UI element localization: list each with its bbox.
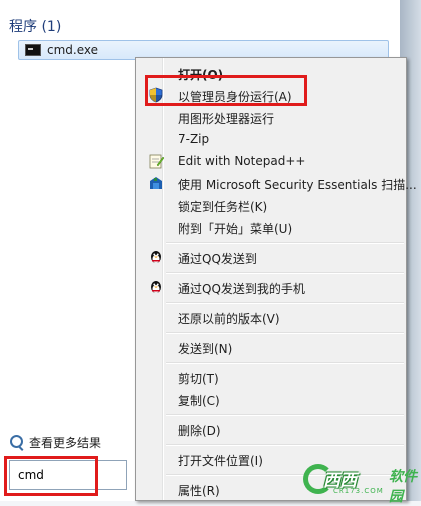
logo-brand-suffix: 软件园	[389, 469, 417, 505]
menu-separator	[166, 302, 404, 304]
menu-item-qq-send-phone[interactable]: 通过QQ发送到我的手机	[138, 276, 404, 298]
security-essentials-icon	[148, 175, 164, 191]
menu-item-delete[interactable]: 删除(D)	[138, 418, 404, 440]
menu-item-run-with-gpu[interactable]: 用图形处理器运行	[138, 106, 404, 128]
search-highlight-box	[4, 456, 98, 496]
menu-item-qq-send[interactable]: 通过QQ发送到	[138, 246, 404, 268]
menu-item-label: 用图形处理器运行	[178, 112, 275, 126]
command-prompt-icon	[25, 44, 41, 56]
see-more-label: 查看更多结果	[29, 436, 102, 450]
menu-item-copy[interactable]: 复制(C)	[138, 388, 404, 410]
menu-item-label: 复制(C)	[178, 394, 220, 408]
qq-penguin-icon	[148, 249, 164, 265]
menu-separator	[166, 242, 404, 244]
see-more-results-link[interactable]: 查看更多结果	[10, 434, 101, 451]
menu-item-mse-scan[interactable]: 使用 Microsoft Security Essentials 扫描...	[138, 172, 417, 194]
menu-item-label: Edit with Notepad++	[178, 154, 306, 168]
menu-item-pin-start[interactable]: 附到「开始」菜单(U)	[138, 216, 404, 238]
run-as-admin-highlight-box	[145, 75, 307, 106]
menu-item-label: 属性(R)	[178, 484, 220, 498]
menu-separator	[166, 332, 404, 334]
menu-item-label: 打开文件位置(I)	[178, 454, 263, 468]
menu-item-label: 通过QQ发送到	[178, 252, 257, 266]
context-menu: 打开(O) 以管理员身份运行(A) 用图形处理器运行 7-Zip Edit wi…	[135, 57, 417, 501]
menu-item-edit-notepadpp[interactable]: Edit with Notepad++	[138, 150, 404, 172]
watermark-logo: 西西 软件园 CR173.COM	[303, 462, 421, 505]
menu-item-restore-previous[interactable]: 还原以前的版本(V)	[138, 306, 404, 328]
menu-item-send-to[interactable]: 发送到(N)	[138, 336, 404, 358]
menu-separator	[166, 362, 404, 364]
menu-item-cut[interactable]: 剪切(T)	[138, 366, 404, 388]
menu-separator	[166, 272, 404, 274]
notepad-plus-plus-icon	[148, 153, 165, 169]
menu-separator	[166, 414, 404, 416]
menu-item-label: 7-Zip	[178, 132, 210, 146]
qq-penguin-icon	[148, 279, 164, 295]
menu-item-pin-taskbar[interactable]: 锁定到任务栏(K)	[138, 194, 404, 216]
menu-item-label: 附到「开始」菜单(U)	[178, 222, 293, 236]
menu-item-label: 使用 Microsoft Security Essentials 扫描...	[178, 178, 417, 192]
menu-item-label: 发送到(N)	[178, 342, 233, 356]
menu-item-label: 锁定到任务栏(K)	[178, 200, 268, 214]
search-result-label: cmd.exe	[47, 43, 99, 57]
magnifier-icon	[10, 435, 23, 448]
menu-item-label: 还原以前的版本(V)	[178, 312, 280, 326]
menu-item-label: 通过QQ发送到我的手机	[178, 282, 305, 296]
menu-item-7zip[interactable]: 7-Zip	[138, 128, 404, 150]
logo-domain: CR173.COM	[333, 487, 384, 495]
programs-section-header: 程序 (1)	[9, 19, 62, 35]
menu-item-label: 剪切(T)	[178, 372, 219, 386]
menu-item-label: 删除(D)	[178, 424, 221, 438]
menu-separator	[166, 444, 404, 446]
